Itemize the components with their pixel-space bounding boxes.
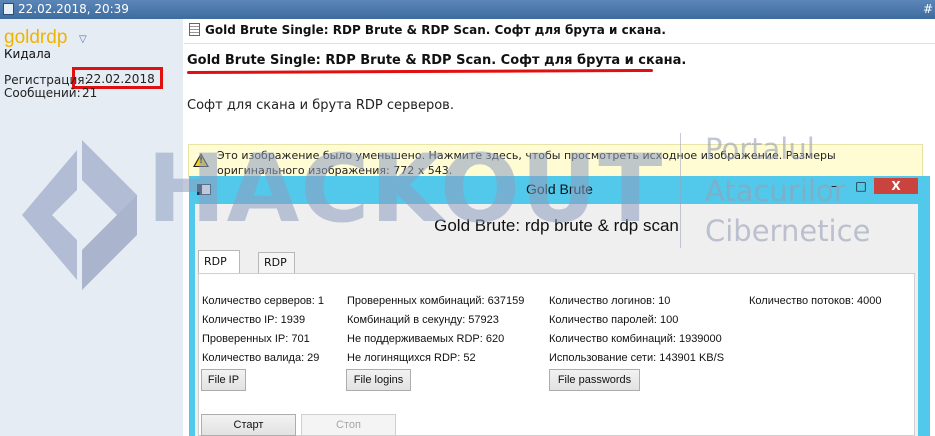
username-link[interactable]: goldrdp — [4, 27, 67, 49]
title-red-underline — [186, 68, 654, 75]
registration-label: Регистрация: — [4, 73, 89, 87]
file-ip-button[interactable]: File IP — [201, 369, 246, 391]
rdp-brute-panel: Количество серверов: 1 Количество IP: 19… — [198, 273, 915, 436]
watermark-divider — [680, 133, 681, 248]
registration-date: 22.02.2018 — [86, 72, 155, 86]
stat-network-usage: Использование сети: 143901 KB/S — [549, 352, 725, 364]
watermark-line-2: Atacurilor — [705, 174, 846, 208]
stat-combos-count: Количество комбинаций: 1939000 — [549, 333, 722, 345]
file-logins-button[interactable]: File logins — [346, 369, 411, 391]
file-passwords-button[interactable]: File passwords — [549, 369, 640, 391]
stat-nonlogin-rdp: Не логинящихся RDP: 52 — [347, 352, 476, 364]
start-button[interactable]: Старт — [201, 414, 296, 436]
post-header: Gold Brute Single: RDP Brute & RDP Scan.… — [189, 23, 666, 37]
maximize-button[interactable]: □ — [849, 178, 873, 194]
stat-logins-count: Количество логинов: 10 — [549, 295, 671, 307]
stat-servers: Количество серверов: 1 — [202, 295, 325, 307]
user-menu-chevron-icon[interactable]: ▽ — [79, 34, 87, 45]
stat-unsupported-rdp: Не поддерживаемых RDP: 620 — [347, 333, 505, 345]
stat-threads-count: Количество потоков: 4000 — [749, 295, 882, 307]
post-page-icon — [3, 3, 14, 15]
user-rank: Кидала — [4, 47, 51, 61]
watermark-line-1: Portalul — [705, 132, 815, 166]
stat-combos-per-sec: Комбинаций в секунду: 57923 — [347, 314, 499, 326]
stat-checked-ip: Проверенных IP: 701 — [202, 333, 310, 345]
post-permalink[interactable]: # — [923, 2, 933, 16]
post-title: Gold Brute Single: RDP Brute & RDP Scan.… — [187, 53, 687, 68]
close-button[interactable]: X — [874, 178, 918, 194]
tab-rdp-brute[interactable]: RDP brute — [198, 250, 240, 290]
watermark-line-3: Cibernetice — [705, 214, 871, 248]
post-divider — [184, 43, 935, 44]
stat-passwords-count: Количество паролей: 100 — [549, 314, 679, 326]
stat-valid-count: Количество валида: 29 — [202, 352, 320, 364]
document-icon — [189, 23, 200, 36]
stop-button: Стоп — [301, 414, 396, 436]
post-text: Софт для скана и брута RDP серверов. — [187, 98, 454, 113]
tab-rdp-scan[interactable]: RDP scan — [258, 252, 296, 289]
watermark-logo-icon — [22, 140, 137, 290]
post-datetime: 22.02.2018, 20:39 — [18, 2, 129, 16]
stat-ip-count: Количество IP: 1939 — [202, 314, 306, 326]
stat-checked-combos: Проверенных комбинаций: 637159 — [347, 295, 525, 307]
post-top-bar: 22.02.2018, 20:39 # — [0, 0, 935, 19]
posts-count-value: 21 — [82, 86, 98, 100]
posts-count-label: Сообщений: — [4, 86, 81, 100]
post-header-title: Gold Brute Single: RDP Brute & RDP Scan.… — [205, 23, 666, 37]
watermark-brand: HACKOUT — [147, 135, 664, 244]
